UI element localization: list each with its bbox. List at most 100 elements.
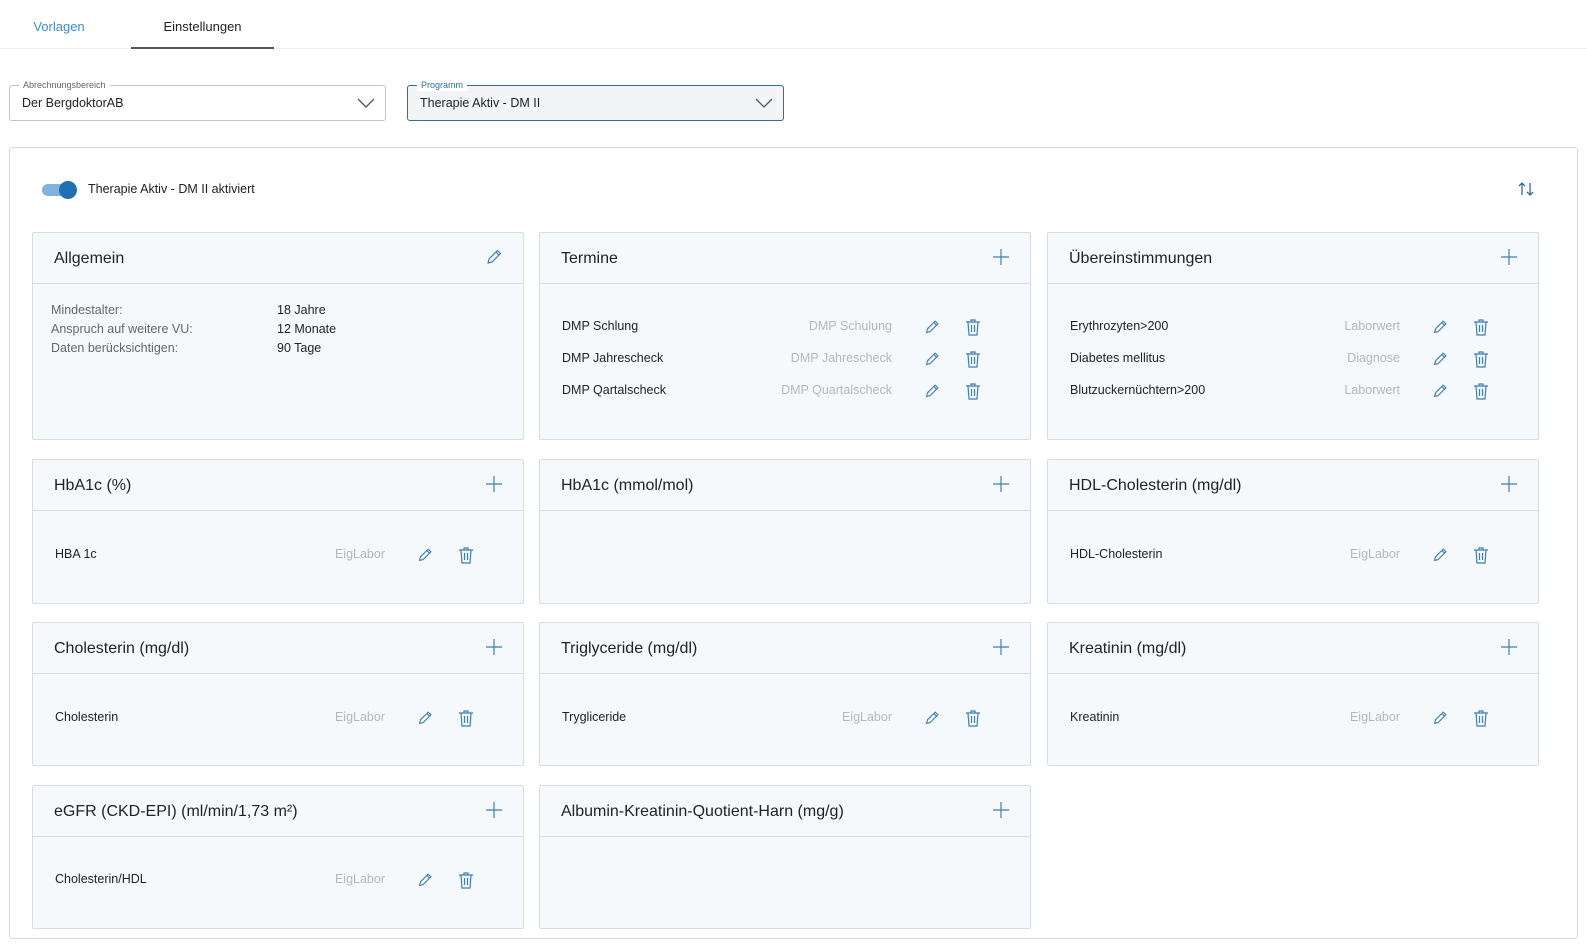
item-name: Kreatinin (1070, 710, 1120, 724)
trash-icon[interactable] (1471, 349, 1491, 369)
pencil-icon[interactable] (922, 349, 942, 369)
toggle-knob (59, 181, 77, 199)
field-label: Mindestalter: (51, 303, 123, 317)
tab-vorlagen[interactable]: Vorlagen (16, 0, 102, 49)
pencil-icon[interactable] (922, 317, 942, 337)
field-value: 90 Tage (277, 341, 322, 355)
plus-icon[interactable] (483, 636, 505, 658)
item-category: EigLabor (334, 710, 385, 724)
list-item: Cholesterin/HDL EigLabor (33, 870, 523, 890)
trash-icon[interactable] (963, 381, 983, 401)
card-allgemein: Allgemein Mindestalter: 18 Jahre Anspruc… (32, 232, 524, 440)
programm-legend: Programm (417, 79, 468, 91)
abrechnungsbereich-value: Der BergdoktorAB (22, 96, 124, 110)
tab-einstellungen[interactable]: Einstellungen (131, 0, 274, 49)
plus-icon[interactable] (1498, 246, 1520, 268)
pencil-icon[interactable] (415, 870, 435, 890)
plus-icon[interactable] (1498, 473, 1520, 495)
item-category: EigLabor (334, 547, 385, 561)
trash-icon[interactable] (1471, 381, 1491, 401)
list-item: DMP Qartalscheck DMP Quartalscheck (540, 381, 1030, 401)
trash-icon[interactable] (456, 545, 476, 565)
card-title: Albumin-Kreatinin-Quotient-Harn (mg/g) (561, 803, 844, 820)
trash-icon[interactable] (963, 317, 983, 337)
plus-icon[interactable] (1498, 636, 1520, 658)
list-item: Diabetes mellitus Diagnose (1048, 349, 1538, 369)
item-category: DMP Schulung (808, 319, 892, 333)
list-item: DMP Jahrescheck DMP Jahrescheck (540, 349, 1030, 369)
pencil-icon[interactable] (483, 246, 505, 268)
list-item: HDL-Cholesterin EigLabor (1048, 545, 1538, 565)
program-active-toggle[interactable] (42, 181, 77, 199)
plus-icon[interactable] (483, 799, 505, 821)
card-header: Cholesterin (mg/dl) (33, 623, 523, 674)
programm-select[interactable]: Programm Therapie Aktiv - DM II (407, 79, 784, 121)
card-title: Übereinstimmungen (1069, 250, 1213, 267)
card-termine: Termine DMP Schlung DMP Schulung DMP Jah… (539, 232, 1031, 440)
trash-icon[interactable] (1471, 317, 1491, 337)
plus-icon[interactable] (990, 246, 1012, 268)
plus-icon[interactable] (483, 473, 505, 495)
card-title: Kreatinin (mg/dl) (1069, 640, 1187, 657)
list-item: Blutzuckernüchtern>200 Laborwert (1048, 381, 1538, 401)
card-uebereinstimmungen: Übereinstimmungen Erythrozyten>200 Labor… (1047, 232, 1539, 440)
card-header: Kreatinin (mg/dl) (1048, 623, 1538, 674)
trash-icon[interactable] (963, 708, 983, 728)
card-title: eGFR (CKD-EPI) (ml/min/1,73 m²) (54, 803, 298, 820)
card-header: eGFR (CKD-EPI) (ml/min/1,73 m²) (33, 786, 523, 837)
trash-icon[interactable] (963, 349, 983, 369)
card-triglyceride: Triglyceride (mg/dl) Trygliceride EigLab… (539, 622, 1031, 766)
card-header: Übereinstimmungen (1048, 233, 1538, 284)
item-name: HDL-Cholesterin (1070, 547, 1163, 561)
field-label: Anspruch auf weitere VU: (51, 322, 193, 336)
card-title: HbA1c (%) (54, 477, 132, 494)
item-category: DMP Jahrescheck (790, 351, 892, 365)
pencil-icon[interactable] (415, 708, 435, 728)
item-name: DMP Schlung (562, 319, 639, 333)
field-value: 12 Monate (277, 322, 337, 336)
card-header: HDL-Cholesterin (mg/dl) (1048, 460, 1538, 511)
card-hba1c-percent: HbA1c (%) HBA 1c EigLabor (32, 459, 524, 604)
card-kreatinin: Kreatinin (mg/dl) Kreatinin EigLabor (1047, 622, 1539, 766)
card-hdl-cholesterin: HDL-Cholesterin (mg/dl) HDL-Cholesterin … (1047, 459, 1539, 604)
plus-icon[interactable] (990, 473, 1012, 495)
card-title: HDL-Cholesterin (mg/dl) (1069, 477, 1242, 494)
pencil-icon[interactable] (415, 545, 435, 565)
pencil-icon[interactable] (1430, 545, 1450, 565)
card-title: Termine (561, 250, 618, 267)
item-category: EigLabor (841, 710, 892, 724)
plus-icon[interactable] (990, 636, 1012, 658)
list-item: Trygliceride EigLabor (540, 708, 1030, 728)
item-category: Diagnose (1347, 351, 1400, 365)
card-header: Albumin-Kreatinin-Quotient-Harn (mg/g) (540, 786, 1030, 837)
plus-icon[interactable] (990, 799, 1012, 821)
abrechnungsbereich-select[interactable]: Abrechnungsbereich Der BergdoktorAB (9, 79, 386, 121)
card-egfr: eGFR (CKD-EPI) (ml/min/1,73 m²) Choleste… (32, 785, 524, 929)
chevron-down-icon (755, 95, 773, 111)
chevron-down-icon (357, 95, 375, 111)
item-name: Diabetes mellitus (1070, 351, 1166, 365)
trash-icon[interactable] (1471, 708, 1491, 728)
list-item: DMP Schlung DMP Schulung (540, 317, 1030, 337)
pencil-icon[interactable] (922, 381, 942, 401)
trash-icon[interactable] (1471, 545, 1491, 565)
card-header: HbA1c (%) (33, 460, 523, 511)
item-name: HBA 1c (55, 547, 97, 561)
trash-icon[interactable] (456, 708, 476, 728)
pencil-icon[interactable] (922, 708, 942, 728)
pencil-icon[interactable] (1430, 349, 1450, 369)
pencil-icon[interactable] (1430, 381, 1450, 401)
card-header: HbA1c (mmol/mol) (540, 460, 1030, 511)
card-albumin-kreatinin-quotient: Albumin-Kreatinin-Quotient-Harn (mg/g) (539, 785, 1031, 929)
pencil-icon[interactable] (1430, 708, 1450, 728)
trash-icon[interactable] (456, 870, 476, 890)
list-item: HBA 1c EigLabor (33, 545, 523, 565)
sort-icon[interactable] (1515, 178, 1537, 200)
programm-value: Therapie Aktiv - DM II (420, 96, 541, 110)
card-hba1c-mmol: HbA1c (mmol/mol) (539, 459, 1031, 604)
card-title: Cholesterin (mg/dl) (54, 640, 190, 657)
item-category: DMP Quartalscheck (781, 383, 892, 397)
item-category: EigLabor (1349, 710, 1400, 724)
pencil-icon[interactable] (1430, 317, 1450, 337)
card-title: Triglyceride (mg/dl) (561, 640, 698, 657)
